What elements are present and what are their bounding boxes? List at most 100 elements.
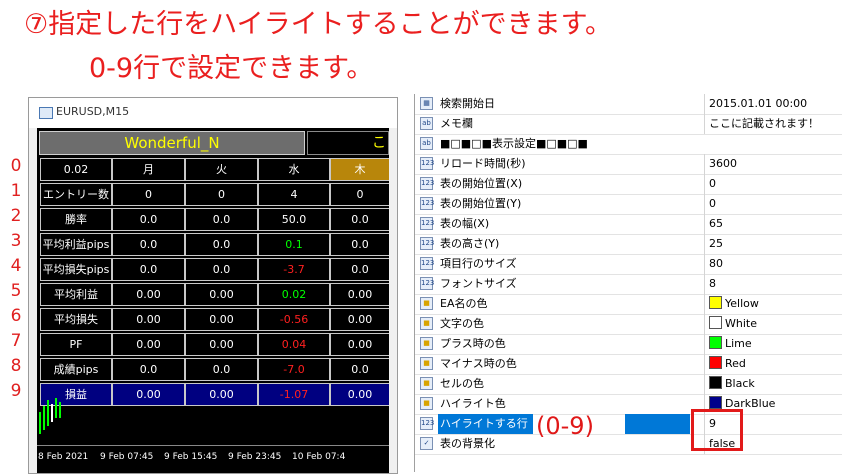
- time-tick-label: 8 Feb 2021: [38, 452, 89, 462]
- property-row[interactable]: ■ EA名の色 Yellow: [415, 294, 842, 315]
- property-value-text: 0: [709, 177, 716, 190]
- table-cell: 0.00: [330, 383, 389, 406]
- property-row[interactable]: 123 リロード時間(秒) 3600: [415, 154, 842, 175]
- property-value[interactable]: Lime: [704, 334, 842, 354]
- property-value-text: 80: [709, 257, 723, 270]
- property-row[interactable]: 123 フォントサイズ 8: [415, 274, 842, 295]
- table-cell: 平均損失: [40, 308, 112, 331]
- table-cell: -1.07: [258, 383, 330, 406]
- property-value[interactable]: 0: [704, 174, 842, 194]
- color-swatch: [709, 336, 722, 349]
- property-value-text: 0: [709, 197, 716, 210]
- property-value[interactable]: White: [704, 314, 842, 334]
- property-name: 表の幅(X): [440, 217, 490, 230]
- property-row[interactable]: 123 表の幅(X) 65: [415, 214, 842, 235]
- row-number: 3: [10, 231, 22, 251]
- number-icon: 123: [420, 177, 434, 190]
- property-value[interactable]: 25: [704, 234, 842, 254]
- table-cell: 0: [330, 183, 389, 206]
- table-cell: -0.56: [258, 308, 330, 331]
- table-cell: 0.00: [112, 283, 185, 306]
- property-name: リロード時間(秒): [440, 157, 526, 170]
- table-cell: 0.04: [258, 333, 330, 356]
- property-name: 表の開始位置(X): [440, 177, 523, 190]
- property-value[interactable]: 0: [704, 194, 842, 214]
- table-cell: 0.00: [330, 333, 389, 356]
- chart-title: EURUSD,M15: [56, 105, 130, 118]
- property-value-text: 25: [709, 237, 723, 250]
- candle: [55, 398, 57, 418]
- candlestick-area: [39, 398, 61, 434]
- chart-canvas[interactable]: Wonderful_N ここ 0.02月火水木エントリー数0040勝率0.00.…: [37, 128, 389, 473]
- table-cell: 0.0: [330, 233, 389, 256]
- property-row[interactable]: 123 項目行のサイズ 80: [415, 254, 842, 275]
- table-cell: 0.1: [258, 233, 330, 256]
- number-icon: 123: [420, 197, 434, 210]
- table-cell: 0.02: [258, 283, 330, 306]
- table-cell: 0: [112, 183, 185, 206]
- property-value[interactable]: Black: [704, 374, 842, 394]
- color-swatch: [709, 316, 722, 329]
- ab-icon: ab: [420, 117, 433, 130]
- property-row[interactable]: 123 表の開始位置(X) 0: [415, 174, 842, 195]
- property-row[interactable]: 123 ハイライトする行 9: [415, 414, 842, 435]
- property-row[interactable]: ■ ハイライト色 DarkBlue: [415, 394, 842, 415]
- property-value[interactable]: 80: [704, 254, 842, 274]
- table-cell: 水: [258, 158, 330, 181]
- row-number: 0: [10, 156, 22, 176]
- property-value[interactable]: 8: [704, 274, 842, 294]
- table-cell: 0.00: [185, 333, 258, 356]
- property-name: 表の背景化: [440, 437, 495, 450]
- property-row[interactable]: ■ 文字の色 White: [415, 314, 842, 335]
- property-row[interactable]: ■ マイナス時の色 Red: [415, 354, 842, 375]
- property-value-text: Black: [725, 377, 755, 390]
- property-row[interactable]: ab メモ欄 ここに記載されます！: [415, 114, 842, 135]
- property-row[interactable]: ■ プラス時の色 Lime: [415, 334, 842, 355]
- time-tick-label: 9 Feb 23:45: [228, 452, 282, 462]
- property-value[interactable]: ここに記載されます！: [704, 114, 842, 134]
- color-icon: ■: [420, 317, 433, 330]
- chart-title-bar[interactable]: EURUSD,M15: [29, 98, 397, 128]
- table-cell: 0.00: [112, 308, 185, 331]
- property-name: 表の高さ(Y): [440, 237, 500, 250]
- property-value-text: White: [725, 317, 757, 330]
- bool-icon: ✓: [420, 437, 433, 450]
- property-value[interactable]: Red: [704, 354, 842, 374]
- property-name: 検索開始日: [440, 97, 495, 110]
- number-icon: 123: [420, 157, 434, 170]
- property-value[interactable]: Yellow: [704, 294, 842, 314]
- table-cell: 0.0: [185, 233, 258, 256]
- property-row[interactable]: ■ セルの色 Black: [415, 374, 842, 395]
- time-tick-label: 9 Feb 07:45: [100, 452, 154, 462]
- property-value[interactable]: 2015.01.01 00:00: [704, 94, 842, 114]
- table-cell: 0.0: [185, 258, 258, 281]
- property-value[interactable]: 65: [704, 214, 842, 234]
- property-name: ■□■□■表示設定■□■□■: [440, 137, 588, 150]
- property-row[interactable]: ✓ 表の背景化 false: [415, 434, 842, 455]
- table-cell: エントリー数: [40, 183, 112, 206]
- table-cell: 0.0: [330, 258, 389, 281]
- property-grid: ▦ 検索開始日 2015.01.01 00:00 ab メモ欄 ここに記載されます！ ab ■…: [414, 94, 842, 472]
- table-cell: 0: [185, 183, 258, 206]
- color-icon: ■: [420, 397, 433, 410]
- property-row[interactable]: 123 表の開始位置(Y) 0: [415, 194, 842, 215]
- property-row[interactable]: ▦ 検索開始日 2015.01.01 00:00: [415, 94, 842, 115]
- table-cell: 火: [185, 158, 258, 181]
- time-tick-label: 9 Feb 15:45: [164, 452, 218, 462]
- row-number: 9: [10, 381, 22, 401]
- ea-comment-label: ここ: [307, 131, 389, 155]
- table-cell: 0.0: [185, 208, 258, 231]
- highlight-value-box: [691, 409, 743, 451]
- table-cell: 平均利益pips: [40, 233, 112, 256]
- candle: [39, 412, 41, 434]
- property-name: ハイライト色: [440, 397, 506, 410]
- property-value[interactable]: 3600: [704, 154, 842, 174]
- property-row[interactable]: ab ■□■□■表示設定■□■□■: [415, 134, 842, 155]
- property-value-text: ここに記載されます！: [709, 117, 819, 130]
- candle: [59, 402, 61, 418]
- property-row[interactable]: 123 表の高さ(Y) 25: [415, 234, 842, 255]
- table-cell: 0.00: [330, 308, 389, 331]
- property-value-text: 2015.01.01 00:00: [709, 97, 808, 110]
- calendar-icon: ▦: [420, 97, 433, 110]
- table-cell: 0.00: [112, 383, 185, 406]
